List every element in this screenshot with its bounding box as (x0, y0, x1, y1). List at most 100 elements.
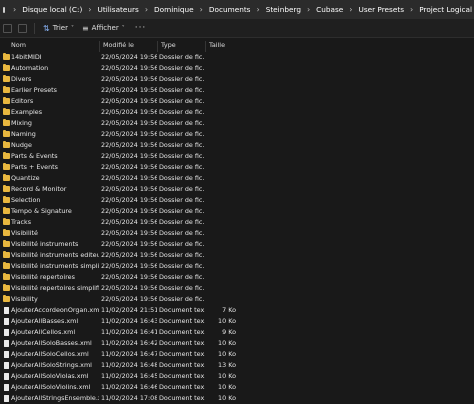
file-row[interactable]: 14bitMIDI 22/05/2024 19:56 Dossier de fic.… (0, 52, 474, 63)
file-date: 11/02/2024 16:43 (101, 317, 157, 325)
file-row[interactable]: AjouterAllSoloViolins.xml 11/02/2024 16:4… (0, 382, 474, 393)
folder-icon (3, 152, 10, 159)
file-date: 22/05/2024 19:56 (101, 119, 157, 127)
file-date: 22/05/2024 19:56 (101, 284, 157, 292)
file-row[interactable]: Parts & Events 22/05/2024 19:56 Dossier de… (0, 151, 474, 162)
file-date: 22/05/2024 19:56 (101, 262, 157, 270)
file-date: 22/05/2024 19:56 (101, 229, 157, 237)
file-date: 22/05/2024 19:56 (101, 295, 157, 303)
file-row[interactable]: Mixing 22/05/2024 19:56 Dossier de fic... (0, 118, 474, 129)
file-date: 22/05/2024 19:56 (101, 163, 157, 171)
column-header-date[interactable]: Modifié le (99, 41, 155, 52)
file-name: AjouterAllSoloStrings.xml (11, 361, 92, 369)
file-date: 22/05/2024 19:56 (101, 86, 157, 94)
file-date: 22/05/2024 19:56 (101, 174, 157, 182)
file-row[interactable]: Editors 22/05/2024 19:56 Dossier de fic... (0, 96, 474, 107)
file-date: 22/05/2024 19:56 (101, 108, 157, 116)
file-type: Dossier de fic... (159, 295, 205, 303)
file-date: 11/02/2024 16:48 (101, 361, 157, 369)
folder-icon (3, 108, 10, 115)
file-type: Dossier de fic... (159, 196, 205, 204)
folder-icon (3, 185, 10, 192)
file-row[interactable]: Visibilité 22/05/2024 19:56 Dossier de fic… (0, 228, 474, 239)
file-row[interactable]: Visibilité instruments simplifiée22/05/2… (0, 261, 474, 272)
file-row[interactable]: Quantize 22/05/2024 19:56 Dossier de fic..… (0, 173, 474, 184)
file-name: Editors (11, 97, 34, 105)
chevron-right-icon: › (306, 5, 311, 14)
file-row[interactable]: Visibilité instruments editeurs 22/05/202… (0, 250, 474, 261)
column-header-size[interactable]: Taille (205, 41, 238, 52)
file-row[interactable]: Record & Monitor 22/05/2024 19:56 Dossier … (0, 184, 474, 195)
file-row[interactable]: Divers 22/05/2024 19:56 Dossier de fic... (0, 74, 474, 85)
breadcrumb-users[interactable]: Utilisateurs (96, 5, 141, 14)
file-type: Document tex... (159, 383, 205, 391)
breadcrumb-documents[interactable]: Documents (207, 5, 253, 14)
breadcrumb-user-presets[interactable]: User Presets (356, 5, 406, 14)
file-row[interactable]: AjouterAllCellos.xml 11/02/2024 16:41 Docu… (0, 327, 474, 338)
sort-button[interactable]: ⇅ Trier ˅ (39, 24, 78, 33)
file-row[interactable]: AjouterAccordeonOrgan.xml 11/02/2024 21:5… (0, 305, 474, 316)
folder-icon (3, 119, 10, 126)
document-icon (4, 307, 9, 314)
file-size: 10 Ko (218, 394, 236, 402)
breadcrumb-steinberg[interactable]: Steinberg (264, 5, 303, 14)
file-row[interactable]: Parts + Events 22/05/2024 19:56 Dossier de… (0, 162, 474, 173)
chevron-right-icon: › (410, 5, 414, 14)
file-row[interactable]: AjouterAllStringsEnsemble.xml11/02/2024 … (0, 393, 474, 404)
file-row[interactable]: AjouterAllSoloCellos.xml 11/02/2024 16:47… (0, 349, 474, 360)
file-type: Dossier de fic... (159, 75, 205, 83)
column-headers: Nom Modifié le Type Taille (0, 38, 474, 52)
file-row[interactable]: Visibility 22/05/2024 19:56 Dossier de fic… (0, 294, 474, 305)
folder-icon (3, 86, 10, 93)
file-row[interactable]: Earlier Presets 22/05/2024 19:56 Dossier d… (0, 85, 474, 96)
more-options-button[interactable]: ··· (129, 23, 153, 33)
address-bar[interactable]: › Disque local (C:) › Utilisateurs › Dom… (0, 0, 474, 19)
document-icon (4, 329, 9, 336)
breadcrumb-drive[interactable]: Disque local (C:) (20, 5, 84, 14)
breadcrumb-user[interactable]: Dominique (152, 5, 196, 14)
file-date: 22/05/2024 19:56 (101, 185, 157, 193)
file-name: AjouterAllSoloBasses.xml (11, 339, 92, 347)
document-icon (4, 373, 9, 380)
file-date: 11/02/2024 17:08 (101, 394, 157, 402)
file-row[interactable]: Visibilité repertoires 22/05/2024 19:56 Do… (0, 272, 474, 283)
file-row[interactable]: AjouterAllBasses.xml 11/02/2024 16:43 Docu… (0, 316, 474, 327)
file-row[interactable]: Tracks 22/05/2024 19:56 Dossier de fic... (0, 217, 474, 228)
file-date: 22/05/2024 19:56 (101, 64, 157, 72)
view-icon: ≡ (81, 23, 89, 33)
file-row[interactable]: Naming 22/05/2024 19:56 Dossier de fic... (0, 129, 474, 140)
file-size: 10 Ko (218, 339, 236, 347)
file-name: Parts & Events (11, 152, 58, 160)
file-type: Dossier de fic... (159, 152, 205, 160)
file-row[interactable]: Automation 22/05/2024 19:56 Dossier de fic… (0, 63, 474, 74)
file-row[interactable]: AjouterAllSoloBasses.xml 11/02/2024 16:42… (0, 338, 474, 349)
file-row[interactable]: AjouterAllSoloViolas.xml 11/02/2024 16:45… (0, 371, 474, 382)
file-row[interactable]: Visibilité repertoires simplifiée 22/05/2… (0, 283, 474, 294)
file-name: Mixing (11, 119, 32, 127)
file-size: 7 Ko (222, 306, 236, 314)
breadcrumb-cubase[interactable]: Cubase (314, 5, 345, 14)
document-icon (4, 362, 9, 369)
file-name: Visibility (11, 295, 38, 303)
folder-icon (3, 163, 10, 170)
file-row[interactable]: Nudge 22/05/2024 19:56 Dossier de fic... (0, 140, 474, 151)
file-size: 10 Ko (218, 372, 236, 380)
file-name: Quantize (11, 174, 40, 182)
file-row[interactable]: Examples 22/05/2024 19:56 Dossier de fic..… (0, 107, 474, 118)
file-date: 11/02/2024 16:46 (101, 383, 157, 391)
file-date: 22/05/2024 19:56 (101, 273, 157, 281)
file-type: Document tex... (159, 339, 205, 347)
column-header-name[interactable]: Nom (0, 41, 26, 52)
file-row[interactable]: Selection 22/05/2024 19:56 Dossier de fic.… (0, 195, 474, 206)
file-row[interactable]: Visibilité instruments 22/05/2024 19:56 Do… (0, 239, 474, 250)
file-name: Visibilité repertoires simplifiée (11, 284, 99, 292)
delete-icon[interactable] (18, 23, 27, 33)
document-icon (4, 384, 9, 391)
breadcrumb-project-logical-editor[interactable]: Project Logical Editor (417, 5, 474, 14)
view-button[interactable]: ≡ Afficher ˅ (78, 24, 129, 33)
file-row[interactable]: Tempo & Signature 22/05/2024 19:56 Dossier… (0, 206, 474, 217)
file-row[interactable]: AjouterAllSoloStrings.xml 11/02/2024 16:4… (0, 360, 474, 371)
column-header-type[interactable]: Type (157, 41, 205, 52)
folder-icon (3, 97, 10, 104)
copy-icon[interactable] (3, 23, 12, 33)
